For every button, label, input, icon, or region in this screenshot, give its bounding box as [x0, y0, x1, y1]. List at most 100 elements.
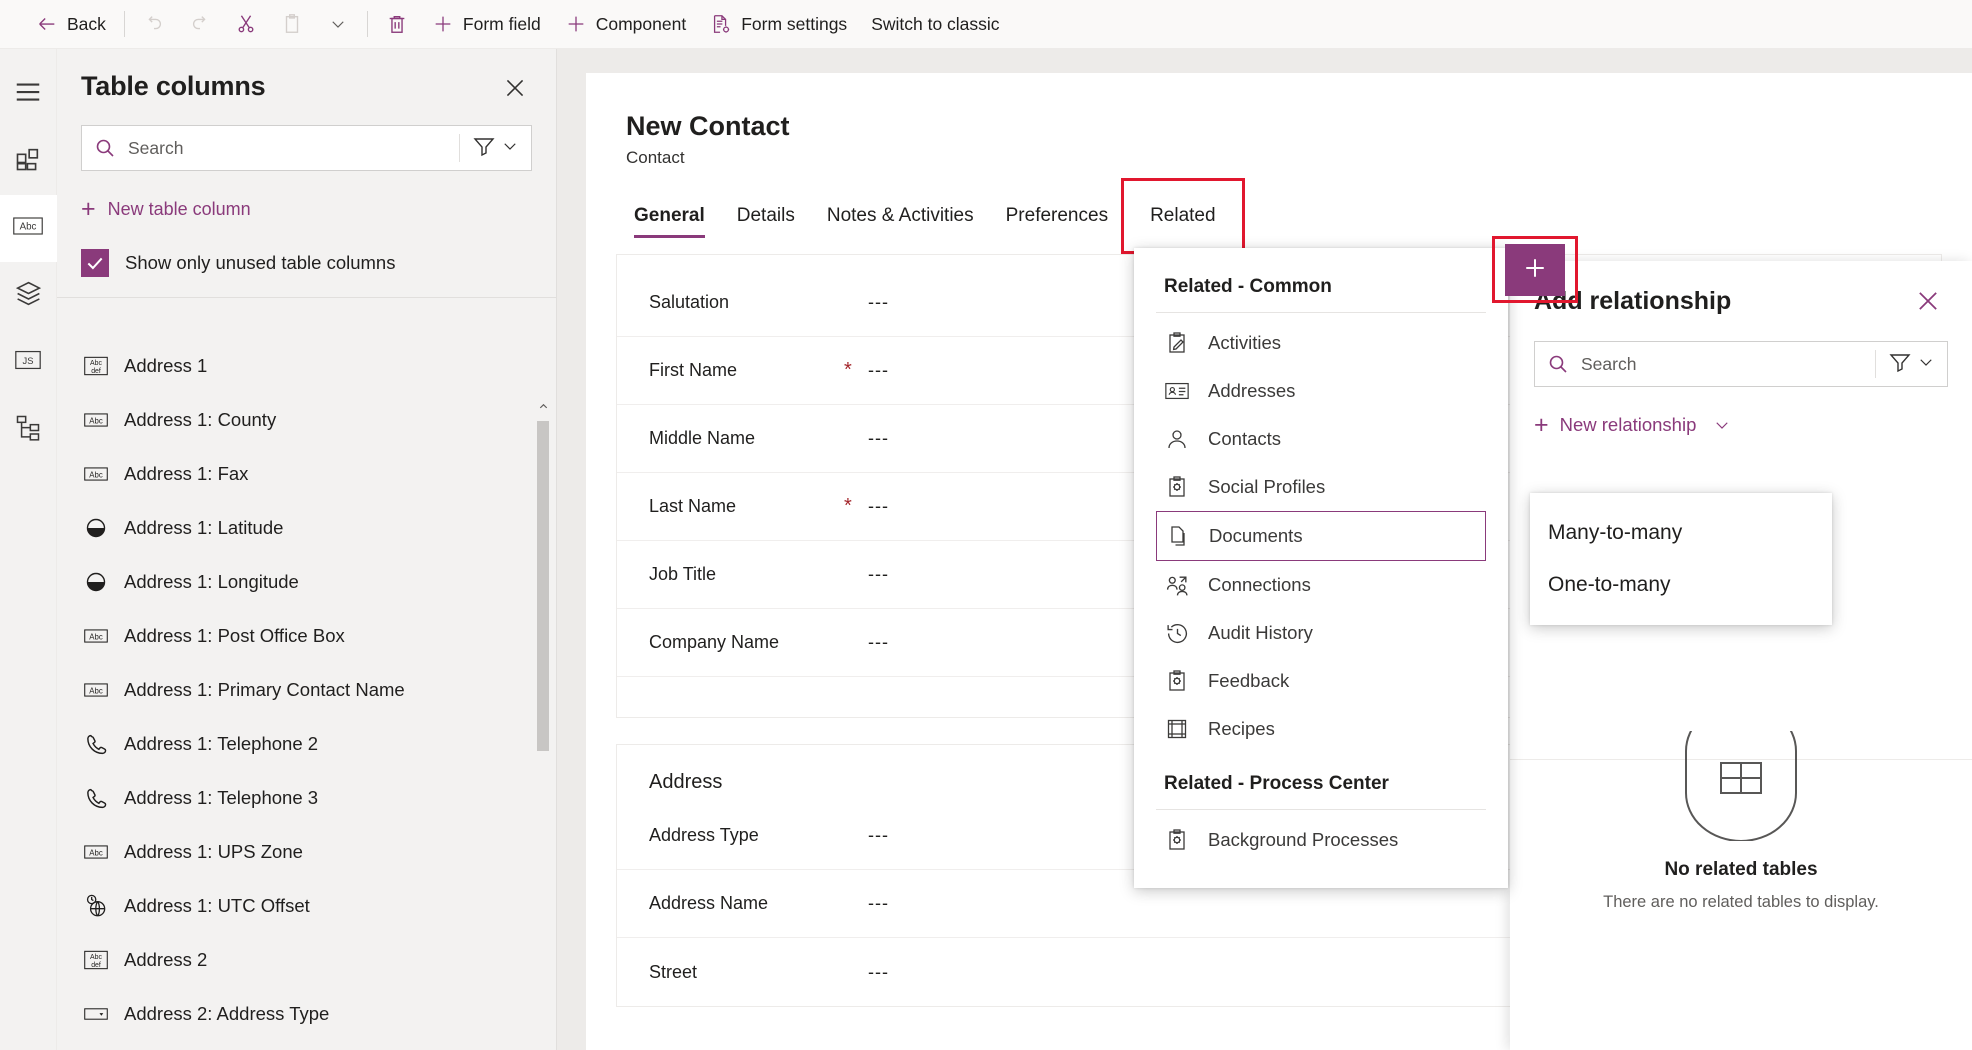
paste-button[interactable] — [269, 4, 315, 44]
menu-item-background-processes[interactable]: Background Processes — [1134, 816, 1508, 864]
rail-item-hierarchy[interactable] — [0, 396, 57, 463]
list-item[interactable]: Address 1: Telephone 3 — [57, 771, 556, 825]
list-item[interactable]: Address 2: Address Type — [57, 987, 556, 1041]
address-card-icon — [1164, 378, 1190, 404]
add-relationship-search-input[interactable] — [1581, 342, 1875, 386]
text-icon: Abc — [83, 623, 109, 649]
list-item-label: Address 1: UPS Zone — [124, 841, 303, 862]
add-relationship-panel: Add relationship + New relationshi — [1510, 261, 1972, 1050]
menu-item-documents[interactable]: Documents — [1156, 511, 1486, 561]
new-relationship-submenu: Many-to-many One-to-many — [1530, 493, 1832, 625]
add-relationship-filter-button[interactable] — [1876, 342, 1947, 386]
undo-button[interactable] — [131, 4, 177, 44]
scroll-up-arrow-icon[interactable] — [536, 397, 550, 415]
list-item[interactable]: Address 1: UTC Offset — [57, 879, 556, 933]
tab-general[interactable]: General — [626, 194, 721, 238]
close-icon — [506, 79, 524, 97]
list-item[interactable]: Abc Address 1: UPS Zone — [57, 825, 556, 879]
left-rail: Abc JS — [0, 49, 57, 1050]
list-item[interactable]: Address 1: Latitude — [57, 501, 556, 555]
menu-item-many-to-many[interactable]: Many-to-many — [1530, 507, 1832, 559]
field-label: First Name — [649, 360, 738, 380]
new-relationship-button[interactable]: + New relationship — [1534, 405, 1948, 445]
tab-preferences[interactable]: Preferences — [990, 194, 1124, 238]
tab-label: Related — [1150, 205, 1216, 226]
undo-icon — [143, 13, 165, 35]
field-label: Job Title — [649, 564, 717, 584]
tab-notes-activities[interactable]: Notes & Activities — [811, 194, 990, 238]
rail-item-table-columns[interactable]: Abc — [0, 195, 57, 262]
list-item[interactable]: Abc Address 1: County — [57, 393, 556, 447]
svg-text:Abc: Abc — [89, 686, 103, 695]
cut-button[interactable] — [223, 4, 269, 44]
command-separator-1 — [123, 11, 125, 37]
delete-button[interactable] — [374, 4, 420, 44]
svg-text:Abc: Abc — [90, 360, 102, 367]
add-relationship-search-row — [1534, 341, 1948, 387]
list-item[interactable]: Abc Address 1: Post Office Box — [57, 609, 556, 663]
panel-divider — [57, 297, 556, 298]
add-form-field-button[interactable]: Form field — [420, 4, 553, 44]
empty-state-subtitle: There are no related tables to display. — [1603, 893, 1879, 911]
search-icon — [1535, 352, 1581, 376]
history-clock-icon — [1164, 620, 1190, 646]
search-input[interactable] — [128, 126, 459, 170]
list-item[interactable]: Abc Address 1: Primary Contact Name — [57, 663, 556, 717]
add-component-button[interactable]: Component — [553, 4, 698, 44]
checkmark-icon — [81, 249, 109, 277]
search-icon — [82, 136, 128, 160]
list-item[interactable]: Abc Address 1: Fax — [57, 447, 556, 501]
filter-button[interactable] — [460, 126, 531, 170]
form-settings-button[interactable]: Form settings — [698, 4, 859, 44]
list-item[interactable]: Abc def Address 1 — [57, 339, 556, 393]
back-button[interactable]: Back — [24, 4, 118, 44]
scrollbar-thumb[interactable] — [537, 421, 549, 751]
list-item[interactable]: Abc def Address 2 — [57, 933, 556, 987]
add-relationship-close-button[interactable] — [1910, 283, 1946, 319]
menu-item-audit-history[interactable]: Audit History — [1134, 609, 1508, 657]
svg-text:def: def — [91, 368, 101, 375]
menu-item-recipes[interactable]: Recipes — [1134, 705, 1508, 753]
redo-button[interactable] — [177, 4, 223, 44]
menu-item-connections[interactable]: Connections — [1134, 561, 1508, 609]
menu-item-activities[interactable]: Activities — [1134, 319, 1508, 367]
paste-icon — [281, 13, 303, 35]
rail-item-menu[interactable] — [0, 61, 57, 128]
timezone-icon — [83, 893, 109, 919]
menu-item-feedback[interactable]: Feedback — [1134, 657, 1508, 705]
menu-item-one-to-many[interactable]: One-to-many — [1530, 559, 1832, 611]
add-relationship-plus-button[interactable] — [1505, 244, 1565, 296]
menu-item-addresses[interactable]: Addresses — [1134, 367, 1508, 415]
tab-related[interactable]: Related — [1121, 178, 1245, 254]
field-value: --- — [868, 961, 889, 982]
page-title: Table columns — [81, 71, 266, 101]
multiline-text-icon: Abc def — [83, 947, 109, 973]
text-icon: Abc — [83, 839, 109, 865]
list-item[interactable]: Address 1: Longitude — [57, 555, 556, 609]
menu-item-contacts[interactable]: Contacts — [1134, 415, 1508, 463]
back-arrow-icon — [36, 13, 58, 35]
field-label: Address Type — [649, 825, 759, 845]
rail-item-components[interactable] — [0, 128, 57, 195]
menu-item-label: Contacts — [1208, 428, 1282, 449]
new-table-column-label: New table column — [107, 198, 251, 219]
rail-item-scripts[interactable]: JS — [0, 329, 57, 396]
switch-to-classic-button[interactable]: Switch to classic — [859, 4, 1011, 44]
panel-scrollbar[interactable] — [536, 397, 550, 787]
phone-icon — [83, 731, 109, 757]
paste-overflow-button[interactable] — [315, 4, 361, 44]
add-form-field-label: Form field — [462, 13, 541, 34]
panel-close-button[interactable] — [498, 71, 532, 105]
tab-details[interactable]: Details — [721, 194, 811, 238]
menu-item-social-profiles[interactable]: Social Profiles — [1134, 463, 1508, 511]
rail-item-tree-view[interactable] — [0, 262, 57, 329]
show-unused-checkbox[interactable]: Show only unused table columns — [81, 243, 532, 283]
list-item-label: Address 1: UTC Offset — [124, 895, 310, 916]
list-item-label: Address 2: Address Type — [124, 1003, 330, 1024]
svg-text:def: def — [91, 962, 101, 969]
menu-item-label: One-to-many — [1548, 573, 1671, 596]
field-value: --- — [868, 496, 889, 516]
list-item[interactable]: Address 1: Telephone 2 — [57, 717, 556, 771]
table-columns-list[interactable]: Abc def Address 1 Abc Address 1: County A… — [57, 339, 556, 1050]
new-table-column-button[interactable]: + New table column — [81, 189, 532, 229]
